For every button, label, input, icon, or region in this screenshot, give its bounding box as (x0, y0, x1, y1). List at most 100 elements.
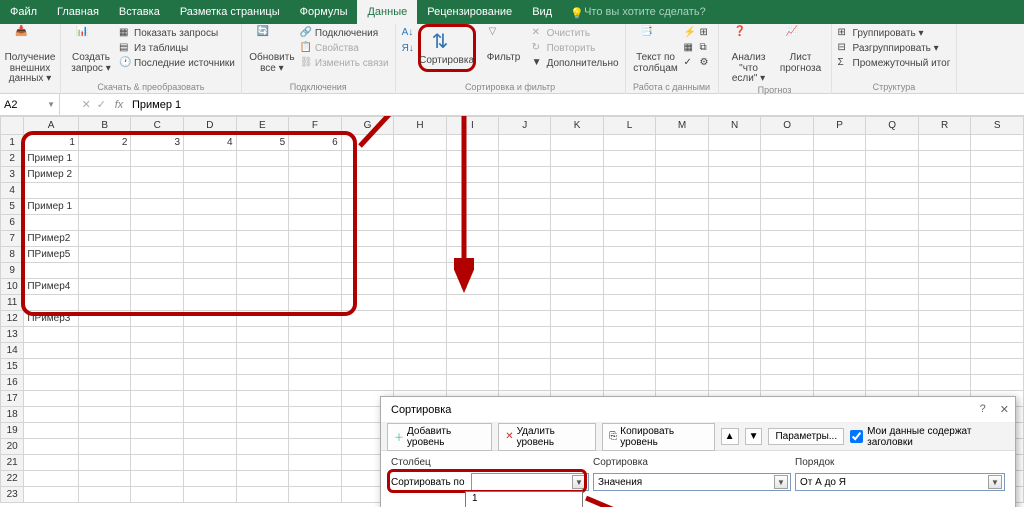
cell[interactable] (446, 199, 498, 215)
cell[interactable] (289, 199, 342, 215)
cell[interactable] (78, 359, 131, 375)
cell[interactable] (236, 359, 289, 375)
cell[interactable] (761, 247, 814, 263)
cell[interactable] (656, 311, 709, 327)
cell[interactable] (341, 359, 394, 375)
cell[interactable] (289, 279, 342, 295)
edit-links-button[interactable]: ⛓Изменить связи (300, 56, 389, 70)
cell[interactable] (918, 359, 971, 375)
cell[interactable] (708, 215, 761, 231)
cell[interactable] (394, 359, 447, 375)
row-header[interactable]: 23 (1, 487, 24, 503)
cell[interactable] (603, 263, 655, 279)
cell[interactable] (289, 343, 342, 359)
relations-button[interactable]: ⧉ (700, 41, 712, 55)
cell[interactable] (708, 375, 761, 391)
cell[interactable] (551, 327, 603, 343)
cell[interactable] (78, 279, 131, 295)
cell[interactable] (761, 311, 814, 327)
add-level-button[interactable]: ＋Добавить уровень (387, 423, 492, 451)
cell[interactable] (341, 279, 394, 295)
cell[interactable] (603, 359, 655, 375)
row-header[interactable]: 11 (1, 295, 24, 311)
cell[interactable] (866, 311, 919, 327)
cell[interactable] (78, 455, 131, 471)
cell[interactable] (131, 247, 184, 263)
data-val-button[interactable]: ✓ (684, 56, 696, 70)
cell[interactable] (761, 167, 814, 183)
cell[interactable] (78, 247, 131, 263)
cell[interactable] (656, 343, 709, 359)
row-header[interactable]: 6 (1, 215, 24, 231)
tab-formulas[interactable]: Формулы (290, 0, 358, 24)
ungroup-button[interactable]: ⊟Разгруппировать ▾ (838, 41, 951, 55)
row-header[interactable]: 10 (1, 279, 24, 295)
cell[interactable] (78, 263, 131, 279)
row-header[interactable]: 19 (1, 423, 24, 439)
cell[interactable] (289, 295, 342, 311)
cell[interactable] (866, 231, 919, 247)
cell[interactable] (656, 295, 709, 311)
sortby-combo[interactable]: ▼ (471, 473, 589, 491)
cell[interactable] (761, 183, 814, 199)
cell[interactable] (394, 167, 447, 183)
cell[interactable] (708, 247, 761, 263)
advanced-filter-button[interactable]: ▼Дополнительно (532, 56, 619, 70)
cell[interactable] (708, 135, 761, 151)
cell[interactable] (866, 279, 919, 295)
cell[interactable] (236, 471, 289, 487)
cell[interactable] (78, 215, 131, 231)
cell[interactable] (499, 375, 551, 391)
cell[interactable] (131, 471, 184, 487)
cell[interactable] (761, 215, 814, 231)
cell[interactable] (184, 375, 237, 391)
refresh-all-button[interactable]: 🔄Обновить все ▾ (248, 26, 296, 74)
cell[interactable] (813, 199, 865, 215)
cell[interactable] (971, 343, 1024, 359)
cell[interactable] (184, 439, 237, 455)
forecast-sheet-button[interactable]: 📈Лист прогноза (777, 26, 825, 74)
help-button[interactable]: ? (980, 403, 986, 416)
cell[interactable] (131, 359, 184, 375)
cell[interactable] (446, 167, 498, 183)
cell[interactable] (131, 167, 184, 183)
row-header[interactable]: 13 (1, 327, 24, 343)
remove-dup-button[interactable]: ▦ (684, 41, 696, 55)
cell[interactable] (236, 183, 289, 199)
from-table-button[interactable]: ▤Из таблицы (119, 41, 235, 55)
cell[interactable] (761, 231, 814, 247)
tab-layout[interactable]: Разметка страницы (170, 0, 290, 24)
cell[interactable]: 3 (131, 135, 184, 151)
headers-check-input[interactable] (850, 430, 863, 443)
cell[interactable] (24, 295, 79, 311)
cell[interactable] (184, 343, 237, 359)
fx-icon[interactable]: fx (110, 99, 128, 111)
sort-az-button[interactable]: А↓ (402, 26, 414, 40)
cell[interactable] (551, 375, 603, 391)
cell[interactable] (866, 215, 919, 231)
row-header[interactable]: 1 (1, 135, 24, 151)
cell[interactable] (341, 263, 394, 279)
cell[interactable] (918, 263, 971, 279)
cell[interactable] (551, 311, 603, 327)
cell[interactable] (446, 279, 498, 295)
cell[interactable] (603, 183, 655, 199)
cell[interactable] (289, 215, 342, 231)
cell[interactable] (341, 199, 394, 215)
cell[interactable] (761, 279, 814, 295)
cell[interactable] (236, 455, 289, 471)
sortby-dropdown[interactable]: 123456 (465, 491, 583, 507)
cell[interactable] (78, 391, 131, 407)
cell[interactable] (184, 199, 237, 215)
row-header[interactable]: 7 (1, 231, 24, 247)
cell[interactable] (289, 439, 342, 455)
cell[interactable] (708, 311, 761, 327)
cell[interactable] (499, 151, 551, 167)
cell[interactable] (184, 327, 237, 343)
row-header[interactable]: 22 (1, 471, 24, 487)
cell[interactable] (971, 311, 1024, 327)
cell[interactable] (289, 183, 342, 199)
cell[interactable] (236, 215, 289, 231)
cell[interactable] (236, 423, 289, 439)
cell[interactable] (603, 311, 655, 327)
